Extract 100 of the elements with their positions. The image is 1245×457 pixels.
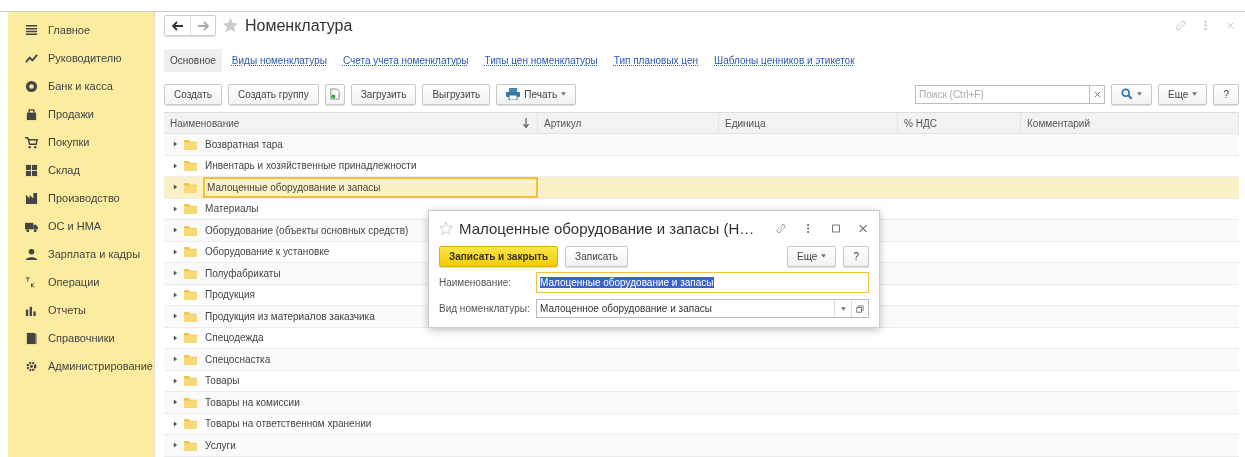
toolbar-button[interactable]: Загрузить xyxy=(350,83,417,105)
star-icon[interactable] xyxy=(222,17,239,34)
expand-icon[interactable] xyxy=(173,377,178,384)
table-cell-text: Товары xyxy=(204,374,241,389)
column-header[interactable]: Единица xyxy=(719,113,898,133)
column-header[interactable]: Наименование xyxy=(164,113,538,133)
name-field[interactable]: Малоценные оборудование и запасы xyxy=(536,272,869,293)
folder-icon xyxy=(184,181,197,193)
bag-icon xyxy=(25,107,38,121)
open-window-icon xyxy=(856,304,864,313)
book-icon xyxy=(25,331,38,345)
sidebar-item[interactable]: Руководителю xyxy=(8,44,154,72)
toolbar-button[interactable]: Создать xyxy=(164,83,222,105)
tab-link[interactable]: Типы цен номенклатуры xyxy=(478,49,604,72)
dropdown-field[interactable]: Малоценное оборудование и запасы xyxy=(536,299,869,318)
help-button[interactable]: ? xyxy=(843,245,869,267)
folder-icon xyxy=(184,246,197,258)
folder-icon xyxy=(184,138,197,150)
more-button[interactable]: Еще xyxy=(787,245,837,267)
expand-icon[interactable] xyxy=(173,442,178,449)
tab-link[interactable]: Тип плановых цен xyxy=(607,49,705,72)
window-title: Номенклатура xyxy=(245,16,353,35)
folder-icon xyxy=(184,203,197,215)
field-label: Наименование: xyxy=(439,277,513,288)
table-cell-text: Продукция xyxy=(204,288,257,303)
sidebar-item[interactable]: Покупки xyxy=(8,128,154,156)
caret-icon xyxy=(1137,92,1143,96)
expand-icon[interactable] xyxy=(173,334,178,341)
table-cell-text: Спецодежда xyxy=(204,331,265,346)
table-cell-text: Оборудование (объекты основных средств) xyxy=(204,223,410,238)
folder-icon xyxy=(184,439,197,451)
arrow-left-icon xyxy=(171,20,184,31)
caret-icon xyxy=(561,92,567,96)
column-header[interactable]: Артикул xyxy=(538,113,719,133)
dialog-title: Малоценные оборудование и запасы (Н… xyxy=(459,219,755,237)
table-cell-text: Товары на ответственном хранении xyxy=(204,417,373,432)
tab-link[interactable]: Виды номенклатуры xyxy=(225,49,333,72)
save-button[interactable]: Записать xyxy=(565,245,628,267)
folder-icon xyxy=(184,289,197,301)
sidebar-item[interactable]: ОС и НМА xyxy=(8,212,154,240)
more-button[interactable]: Еще xyxy=(1158,83,1208,105)
gear-icon xyxy=(25,359,38,373)
tab-link[interactable]: Счета учета номенклатуры xyxy=(336,49,475,72)
maximize-icon[interactable] xyxy=(829,221,842,235)
table-cell-text: Услуги xyxy=(204,438,237,453)
expand-icon[interactable] xyxy=(173,141,178,148)
sidebar-item[interactable]: Администрирование xyxy=(8,352,154,380)
arrow-right-icon xyxy=(197,20,209,31)
expand-icon[interactable] xyxy=(173,356,178,363)
sidebar-item[interactable]: Зарплата и кадры xyxy=(8,240,154,268)
search-field[interactable]: Поиск (Ctrl+F) xyxy=(915,84,1090,104)
folder-icon xyxy=(184,267,197,279)
list-icon xyxy=(25,23,38,37)
back-button[interactable] xyxy=(165,16,190,35)
sidebar-item[interactable]: Производство xyxy=(8,184,154,212)
folder-icon xyxy=(184,332,197,344)
expand-icon[interactable] xyxy=(173,227,178,234)
sidebar-item[interactable]: Справочники xyxy=(8,324,154,352)
column-header[interactable]: % НДС xyxy=(898,113,1021,133)
expand-icon[interactable] xyxy=(173,184,178,191)
help-button[interactable]: ? xyxy=(1213,83,1239,105)
search-icon xyxy=(1121,88,1134,100)
save-close-button[interactable]: Записать и закрыть xyxy=(439,245,559,267)
clear-button[interactable] xyxy=(1089,84,1106,104)
document-add-icon xyxy=(329,88,340,100)
expand-icon[interactable] xyxy=(173,420,178,427)
star-icon[interactable] xyxy=(439,220,454,236)
caret-icon xyxy=(821,254,827,258)
expand-icon[interactable] xyxy=(173,399,178,406)
folder-icon xyxy=(184,375,197,387)
folder-icon xyxy=(184,160,197,172)
expand-icon[interactable] xyxy=(173,205,178,212)
tab[interactable]: Основное xyxy=(164,49,222,72)
expand-icon[interactable] xyxy=(173,270,178,277)
tab-link[interactable]: Шаблоны ценников и этикеток xyxy=(708,49,861,72)
expand-icon[interactable] xyxy=(173,291,178,298)
folder-icon xyxy=(184,353,197,365)
print-button[interactable]: Печать xyxy=(496,83,577,105)
caret-icon xyxy=(840,306,846,311)
search-button[interactable] xyxy=(1111,83,1153,105)
sidebar-item[interactable]: Банк и касса xyxy=(8,72,154,100)
sidebar-item[interactable]: Операции xyxy=(8,268,154,296)
expand-icon[interactable] xyxy=(173,248,178,255)
field-label: Вид номенклатуры: xyxy=(439,303,531,314)
folder-icon xyxy=(184,418,197,430)
table-cell-text: Материалы xyxy=(204,202,260,217)
table-cell: Малоценные оборудование и запасы xyxy=(203,177,538,198)
trend-icon xyxy=(25,51,38,65)
sidebar-item[interactable]: Склад xyxy=(8,156,154,184)
table-cell-text: Спецоснастка xyxy=(204,352,272,367)
toolbar-button[interactable]: Выгрузить xyxy=(422,83,491,105)
expand-icon[interactable] xyxy=(173,162,178,169)
sidebar-item[interactable]: Отчеты xyxy=(8,296,154,324)
sidebar-item[interactable]: Главное xyxy=(8,16,154,44)
column-header[interactable]: Комментарий xyxy=(1021,113,1239,133)
close-icon xyxy=(1093,90,1101,98)
expand-icon[interactable] xyxy=(173,313,178,320)
toolbar-button[interactable]: Создать группу xyxy=(228,83,319,105)
sidebar-item[interactable]: Продажи xyxy=(8,100,154,128)
folder-icon xyxy=(184,396,197,408)
